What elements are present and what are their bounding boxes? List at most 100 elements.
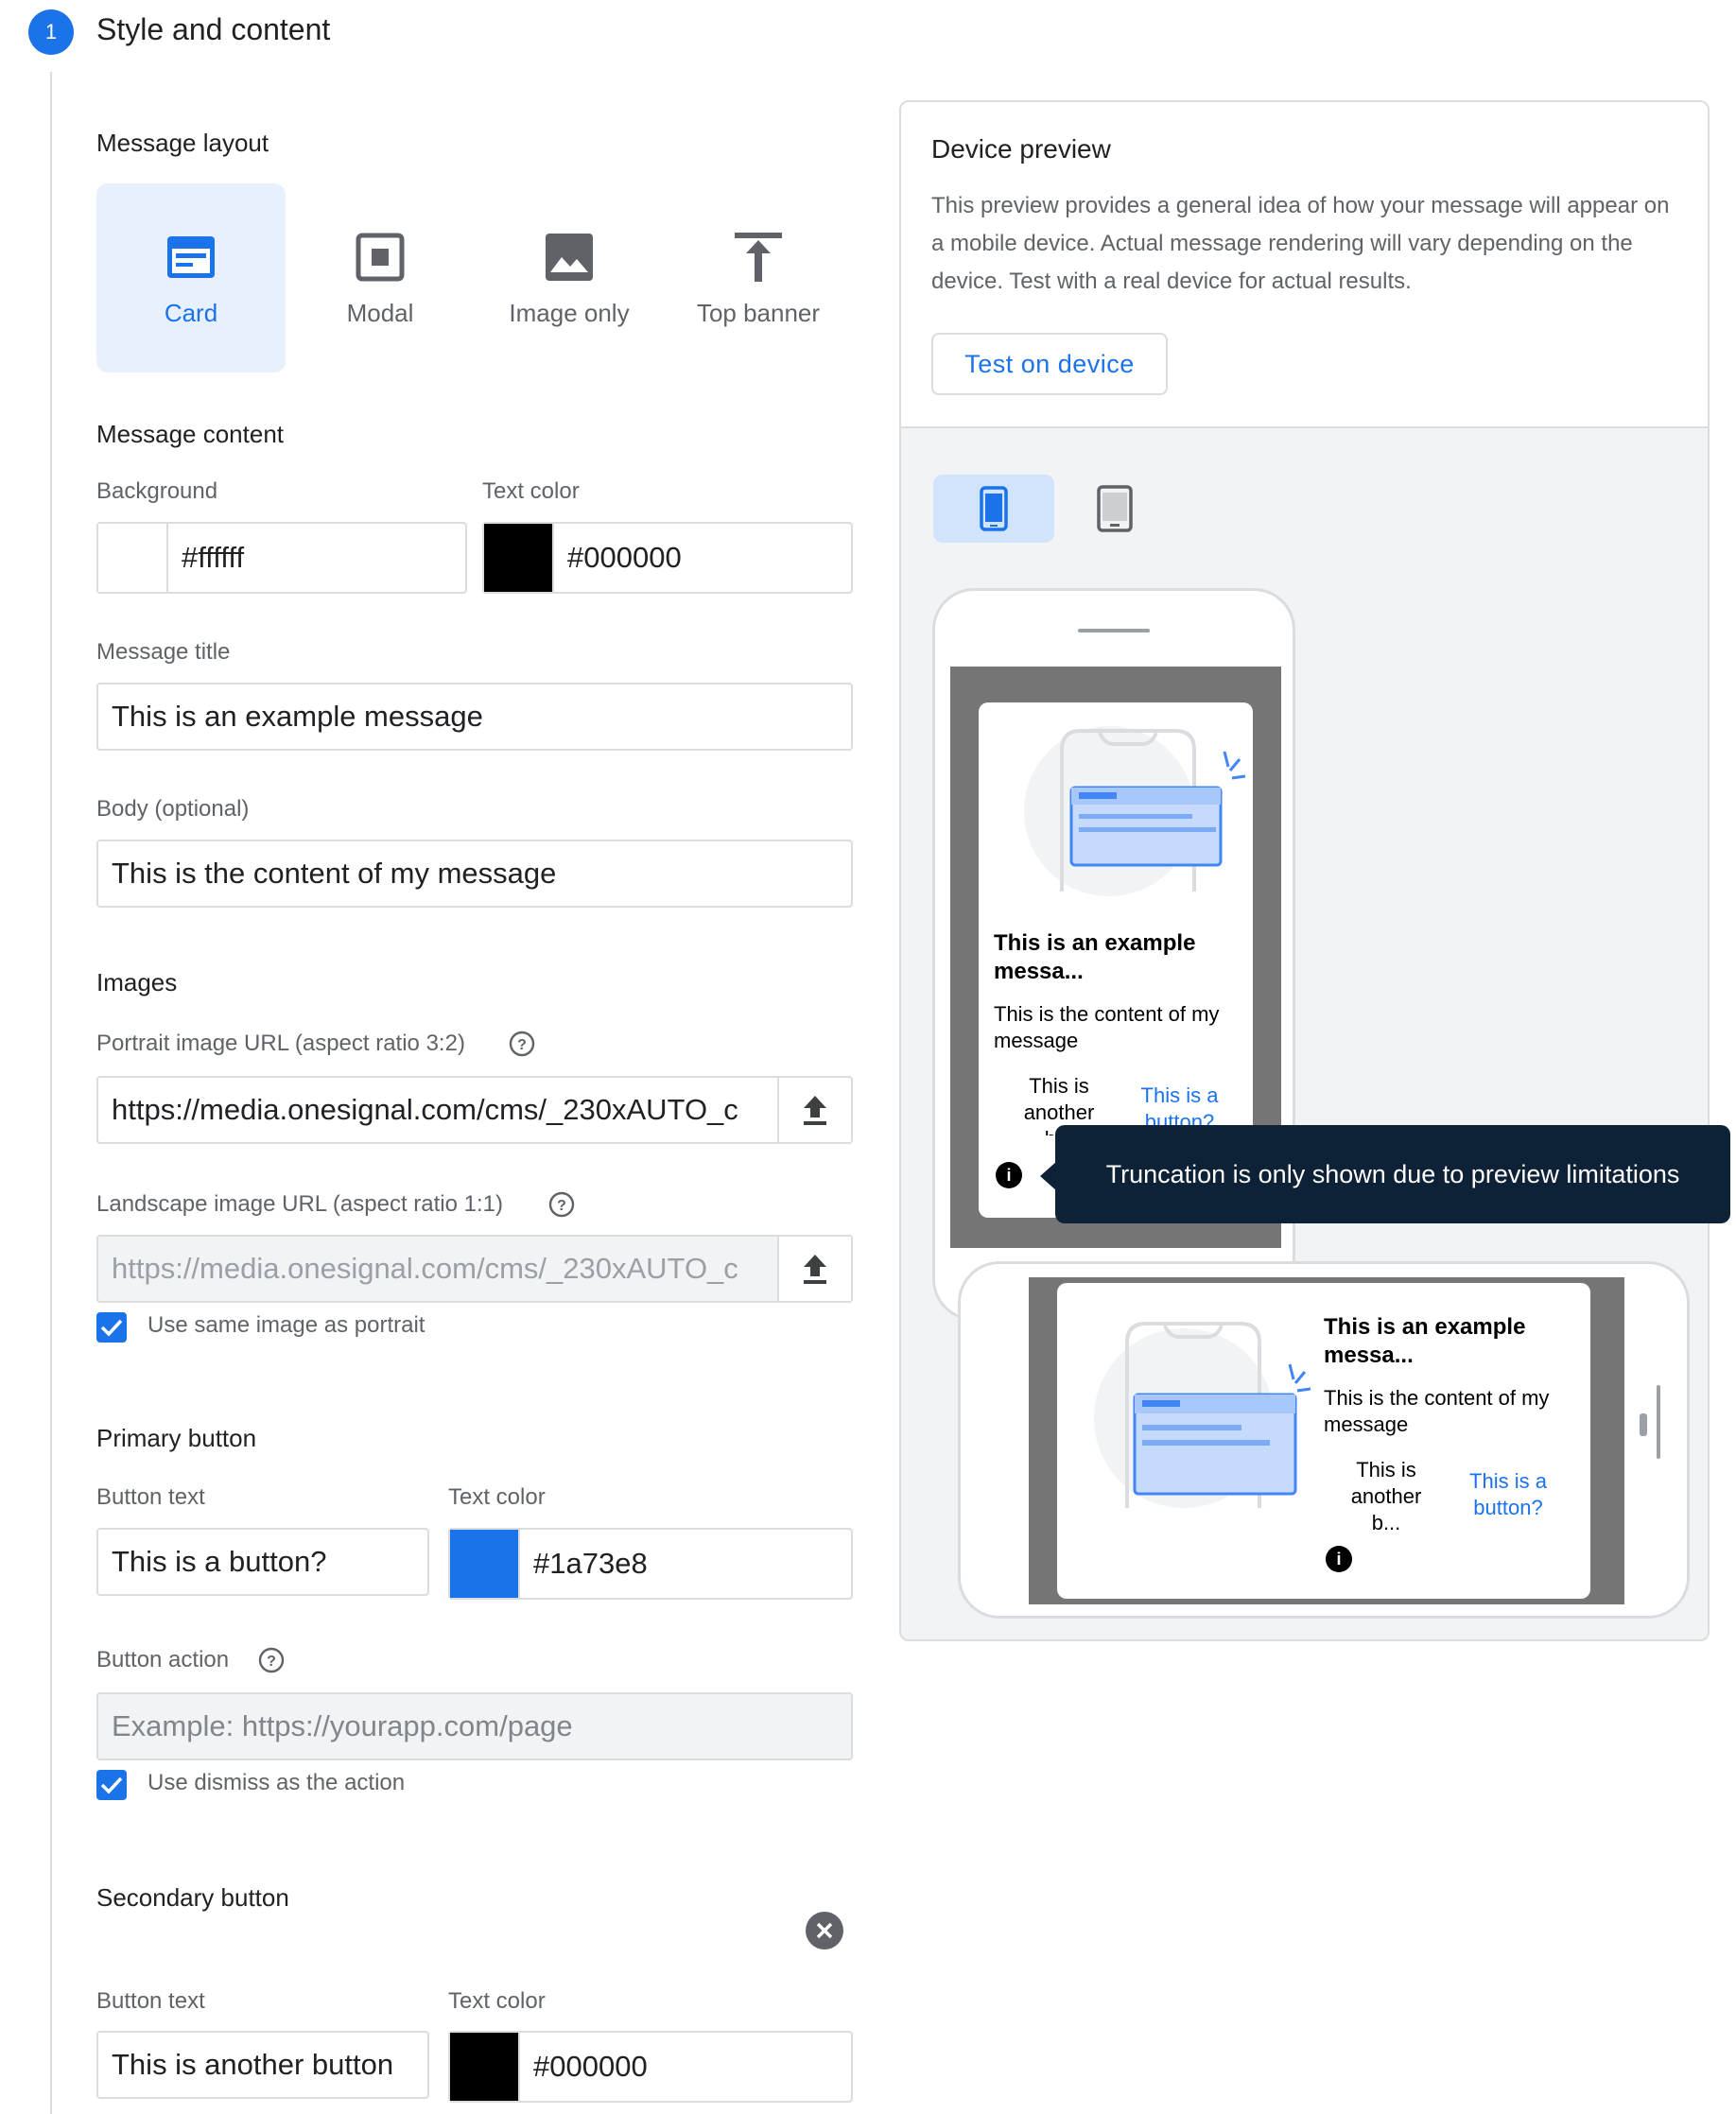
svg-text:?: ? xyxy=(517,1037,527,1053)
step-number-badge: 1 xyxy=(28,9,74,55)
modal-icon xyxy=(352,229,408,286)
card-body-preview: This is the content of my message xyxy=(994,1002,1220,1052)
message-title-label: Message title xyxy=(96,639,231,665)
card-title-preview: This is an example messa... xyxy=(1324,1314,1526,1368)
step-connector-line xyxy=(50,72,52,2114)
primary-button-text-input[interactable] xyxy=(98,1545,427,1579)
primary-button-text-field[interactable] xyxy=(96,1528,429,1596)
secondary-text-color-label: Text color xyxy=(448,1988,546,2014)
text-color-swatch[interactable] xyxy=(484,524,554,592)
device-preview-header: Device preview This preview provides a g… xyxy=(901,102,1708,428)
layout-option-card[interactable]: Card xyxy=(96,183,286,373)
secondary-text-color-swatch[interactable] xyxy=(450,2033,520,2101)
info-icon[interactable]: i xyxy=(1326,1546,1352,1572)
phone-speaker xyxy=(1078,629,1150,632)
layout-option-top-banner[interactable]: Top banner xyxy=(664,183,853,373)
body-field[interactable] xyxy=(96,840,853,908)
message-title-input[interactable] xyxy=(98,700,851,734)
primary-button-heading: Primary button xyxy=(96,1424,257,1452)
message-content-heading: Message content xyxy=(96,420,285,448)
body-label: Body (optional) xyxy=(96,796,250,822)
device-preview-panel: Device preview This preview provides a g… xyxy=(899,100,1710,1641)
text-color-label: Text color xyxy=(482,478,580,504)
phone-side-button xyxy=(1657,1385,1660,1459)
check-icon xyxy=(100,1776,123,1794)
layout-option-image-only[interactable]: Image only xyxy=(475,183,664,373)
top-banner-icon xyxy=(730,229,787,286)
background-color-swatch[interactable] xyxy=(98,524,168,592)
portrait-upload-button[interactable] xyxy=(777,1078,851,1142)
secondary-text-color-field[interactable] xyxy=(448,2031,853,2103)
primary-text-color-swatch[interactable] xyxy=(450,1530,520,1598)
test-on-device-button[interactable]: Test on device xyxy=(931,333,1168,395)
step-title: Style and content xyxy=(96,12,331,46)
phone-side-button xyxy=(1640,1413,1647,1436)
landscape-screen: This is an example messa... This is the … xyxy=(1029,1277,1624,1604)
card-icon xyxy=(163,229,219,286)
dismiss-action-checkbox[interactable] xyxy=(96,1770,127,1800)
phone-view-toggle[interactable] xyxy=(933,475,1054,543)
upload-icon xyxy=(804,1255,826,1284)
button-action-field[interactable] xyxy=(96,1692,853,1760)
layout-option-modal[interactable]: Modal xyxy=(286,183,475,373)
portrait-image-field[interactable] xyxy=(96,1076,853,1144)
background-color-input[interactable] xyxy=(168,541,465,575)
portrait-image-input[interactable] xyxy=(98,1093,777,1127)
layout-option-label: Card xyxy=(164,298,218,327)
body-input[interactable] xyxy=(98,857,851,891)
help-icon[interactable]: ? xyxy=(509,1031,535,1057)
phone-icon xyxy=(980,486,1008,531)
same-image-checkbox[interactable] xyxy=(96,1312,127,1343)
svg-text:?: ? xyxy=(557,1198,566,1214)
device-preview-description: This preview provides a general idea of … xyxy=(931,193,1670,294)
upload-icon xyxy=(804,1096,826,1125)
close-icon xyxy=(816,1922,833,1939)
landscape-image-label: Landscape image URL (aspect ratio 1:1) xyxy=(96,1191,504,1217)
dismiss-action-label: Use dismiss as the action xyxy=(148,1770,406,1795)
secondary-button-preview: This is another b... xyxy=(1350,1458,1422,1534)
same-image-label: Use same image as portrait xyxy=(148,1312,425,1338)
remove-secondary-button[interactable] xyxy=(806,1912,843,1949)
background-color-field[interactable] xyxy=(96,522,467,594)
layout-option-label: Image only xyxy=(509,298,630,327)
secondary-button-text-input[interactable] xyxy=(98,2048,427,2082)
landscape-image-input[interactable] xyxy=(98,1252,777,1286)
text-color-input[interactable] xyxy=(554,541,851,575)
secondary-button-text-label: Button text xyxy=(96,1988,205,2014)
layout-option-label: Top banner xyxy=(696,298,821,327)
images-heading: Images xyxy=(96,968,178,996)
message-title-field[interactable] xyxy=(96,683,853,751)
button-action-label: Button action xyxy=(96,1647,230,1672)
message-layout-heading: Message layout xyxy=(96,129,269,157)
device-preview-heading: Device preview xyxy=(931,134,1111,164)
primary-text-color-label: Text color xyxy=(448,1484,546,1510)
landscape-message-card: This is an example messa... This is the … xyxy=(1057,1283,1590,1599)
secondary-button-heading: Secondary button xyxy=(96,1883,289,1912)
help-icon[interactable]: ? xyxy=(548,1191,575,1218)
primary-text-color-input[interactable] xyxy=(520,1547,851,1581)
secondary-button-text-field[interactable] xyxy=(96,2031,429,2099)
button-action-input[interactable] xyxy=(98,1709,851,1743)
help-icon[interactable]: ? xyxy=(258,1647,285,1673)
text-color-field[interactable] xyxy=(482,522,853,594)
tablet-view-toggle[interactable] xyxy=(1054,475,1175,543)
secondary-text-color-input[interactable] xyxy=(520,2050,851,2084)
primary-text-color-field[interactable] xyxy=(448,1528,853,1600)
portrait-image-label: Portrait image URL (aspect ratio 3:2) xyxy=(96,1031,465,1056)
phone-illustration-icon xyxy=(1094,1322,1311,1508)
info-icon[interactable]: i xyxy=(996,1162,1022,1188)
svg-text:?: ? xyxy=(267,1654,276,1670)
check-icon xyxy=(100,1319,123,1337)
card-title-preview: This is an example messa... xyxy=(994,930,1196,984)
primary-button-preview: This is a button? xyxy=(1469,1469,1547,1519)
landscape-phone-frame: This is an example messa... This is the … xyxy=(958,1261,1690,1619)
image-icon xyxy=(541,229,598,286)
tablet-icon xyxy=(1097,485,1133,532)
primary-button-preview: This is a button? xyxy=(1140,1083,1219,1130)
layout-option-label: Modal xyxy=(346,298,414,327)
landscape-image-field[interactable] xyxy=(96,1235,853,1303)
phone-illustration-icon xyxy=(1024,726,1246,896)
truncation-tooltip: Truncation is only shown due to preview … xyxy=(1055,1125,1730,1223)
landscape-upload-button[interactable] xyxy=(777,1237,851,1301)
card-body-preview: This is the content of my message xyxy=(1324,1386,1550,1436)
